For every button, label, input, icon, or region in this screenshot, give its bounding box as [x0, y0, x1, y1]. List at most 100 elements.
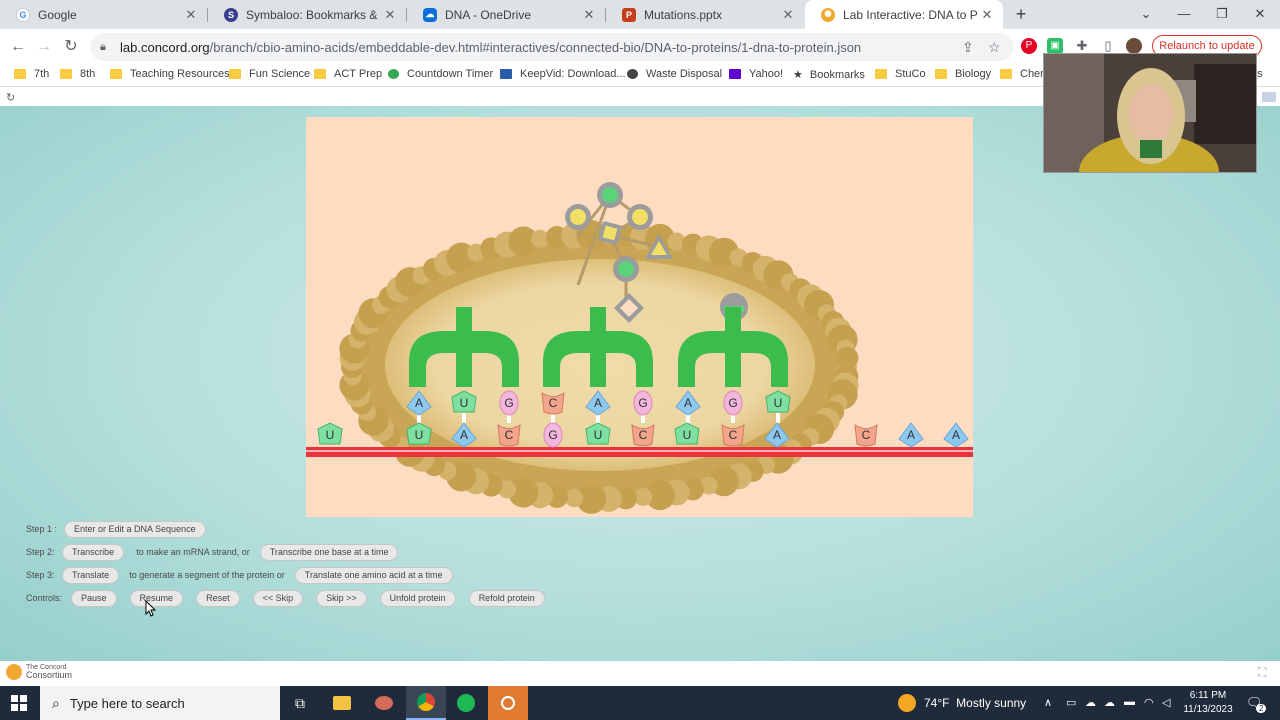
file-explorer-icon[interactable]: [322, 686, 362, 720]
minimize-button[interactable]: —: [1170, 4, 1198, 24]
base-letter: A: [773, 428, 781, 442]
recorder-icon[interactable]: [488, 686, 528, 720]
battery-icon[interactable]: ▬: [1124, 696, 1135, 708]
base-letter: A: [460, 428, 468, 442]
concord-logo[interactable]: The Concord Consortium: [6, 664, 76, 680]
refold-protein-button[interactable]: Refold protein: [468, 589, 545, 607]
cloud-tray-icon[interactable]: ☁: [1104, 696, 1115, 709]
tab-google[interactable]: G Google ✕: [0, 0, 207, 29]
reload-button[interactable]: ↻: [60, 36, 82, 58]
reset-button[interactable]: Reset: [196, 589, 240, 607]
chrome-icon[interactable]: [406, 686, 446, 720]
bookmark-folder-teaching-resources[interactable]: Teaching Resources: [110, 68, 230, 80]
folder-icon: [60, 69, 72, 79]
bookmark-waste-disposal[interactable]: Waste Disposal: [627, 68, 722, 80]
bookmark-label: 7th: [34, 68, 50, 80]
translate-button[interactable]: Translate: [62, 566, 120, 584]
fullscreen-icon[interactable]: ⛶: [1258, 665, 1266, 680]
tab-powerpoint[interactable]: P Mutations.pptx ✕: [606, 0, 804, 29]
search-placeholder: Type here to search: [69, 695, 185, 711]
anticodon-G: G: [723, 390, 743, 416]
taskbar-search[interactable]: ⌕ Type here to search: [40, 686, 280, 720]
tab-dna-to-protein[interactable]: ✺ Lab Interactive: DNA to Protein ✕: [805, 0, 1003, 29]
globe-icon: [627, 69, 638, 79]
bookmark-bookmarks[interactable]: ★ Bookmarks: [793, 68, 865, 82]
skip-back-button[interactable]: << Skip: [252, 589, 304, 607]
reload-interactive-icon[interactable]: ↻: [6, 91, 15, 104]
transcribe-button[interactable]: Transcribe: [62, 543, 125, 561]
skip-forward-button[interactable]: Skip >>: [316, 589, 367, 607]
back-button[interactable]: ←: [7, 36, 29, 58]
restore-button[interactable]: ❐: [1208, 4, 1236, 24]
close-icon[interactable]: ✕: [181, 7, 201, 23]
base-letter: A: [907, 428, 915, 442]
weather-text: 74°F Mostly sunny: [924, 696, 1027, 710]
close-icon[interactable]: ✕: [579, 7, 599, 23]
mrna-highlight: [306, 450, 973, 452]
forward-button[interactable]: →: [33, 36, 55, 58]
anticodon-G: G: [633, 390, 653, 416]
meet-icon[interactable]: ▭: [1066, 696, 1076, 709]
extension-green-icon[interactable]: ▣: [1047, 38, 1063, 54]
wifi-icon[interactable]: ◠: [1144, 696, 1154, 709]
unfold-protein-button[interactable]: Unfold protein: [379, 589, 456, 607]
translate-one-amino-acid-button[interactable]: Translate one amino acid at a time: [294, 566, 453, 584]
mrna-codon-C: C: [854, 424, 878, 447]
bookmark-folder-7th[interactable]: 7th: [14, 68, 49, 80]
edit-dna-sequence-button[interactable]: Enter or Edit a DNA Sequence: [64, 520, 206, 538]
amino-acid-core: [632, 209, 648, 225]
tab-title: Mutations.pptx: [644, 7, 723, 22]
simulation-canvas[interactable]: A U G C A G A G U U A C G U C U C A U C A A: [306, 117, 973, 517]
bookmark-folder-act-prep[interactable]: ACT Prep: [314, 68, 382, 80]
base-letter: G: [548, 428, 557, 442]
address-bar[interactable]: 🔒︎ lab.concord.org/branch/cbio-amino-aci…: [90, 33, 1014, 61]
show-hidden-icons-icon[interactable]: ∧: [1044, 696, 1052, 709]
close-icon[interactable]: ✕: [977, 7, 997, 23]
windows-start-icon[interactable]: [11, 695, 27, 711]
transcribe-one-base-button[interactable]: Transcribe one base at a time: [259, 543, 399, 561]
language-flag-icon[interactable]: [1262, 92, 1276, 102]
app-icon[interactable]: [364, 686, 404, 720]
weather-widget[interactable]: 74°F Mostly sunny: [898, 694, 1026, 712]
new-tab-button[interactable]: +: [1010, 4, 1032, 26]
tab-search-icon[interactable]: ⌄: [1132, 4, 1160, 24]
bookmark-star-icon[interactable]: ☆: [988, 39, 1001, 56]
system-clock[interactable]: 6:11 PM 11/13/2023: [1178, 689, 1238, 717]
pinterest-icon[interactable]: P: [1021, 38, 1037, 54]
task-view-icon[interactable]: ⧉: [280, 686, 320, 720]
bookmark-folder-biology[interactable]: Biology: [935, 68, 991, 80]
bookmark-folder-fun-science[interactable]: Fun Science: [229, 68, 310, 80]
concord-sun-icon: [6, 664, 22, 680]
tab-onedrive[interactable]: ☁ DNA - OneDrive ✕: [407, 0, 605, 29]
webcam-overlay: [1043, 53, 1257, 173]
bookmark-label: 8th: [80, 68, 96, 80]
step-1-label: Step 1 :: [26, 524, 58, 534]
extensions-puzzle-icon[interactable]: ✚: [1074, 38, 1090, 54]
close-icon[interactable]: ✕: [778, 7, 798, 23]
bookmark-yahoo[interactable]: Yahoo!: [729, 68, 783, 80]
mrna-codon-C: C: [497, 424, 521, 447]
share-icon[interactable]: ⇪: [962, 39, 974, 56]
amino-acid-core: [618, 261, 634, 277]
tab-symbaloo[interactable]: S Symbaloo: Bookmarks & Favorit ✕: [208, 0, 406, 29]
folder-icon: [935, 69, 947, 79]
tab-title: Symbaloo: Bookmarks & Favorit: [246, 7, 380, 22]
bookmark-folder-stuco[interactable]: StuCo: [875, 68, 926, 80]
close-window-button[interactable]: ✕: [1246, 4, 1274, 24]
onedrive-tray-icon[interactable]: ☁: [1085, 696, 1096, 709]
bookmark-folder-8th[interactable]: 8th: [60, 68, 95, 80]
pause-button[interactable]: Pause: [71, 589, 117, 607]
bookmark-folder-chem[interactable]: Chem: [1000, 68, 1049, 80]
bookmark-keepvid[interactable]: KeepVid: Download...: [500, 68, 626, 80]
profile-avatar-icon[interactable]: [1126, 38, 1142, 54]
side-panel-icon[interactable]: ▯: [1100, 38, 1116, 54]
lock-icon: 🔒︎: [100, 40, 106, 53]
spotify-icon[interactable]: [446, 686, 486, 720]
anticodon-G: G: [499, 390, 519, 416]
bookmark-label: Countdown Timer: [407, 68, 494, 80]
close-icon[interactable]: ✕: [380, 7, 400, 23]
volume-icon[interactable]: ◁: [1162, 696, 1170, 709]
bookmark-countdown-timer[interactable]: Countdown Timer: [388, 68, 493, 80]
bookmark-label: ACT Prep: [334, 68, 383, 80]
base-letter: C: [862, 428, 871, 442]
